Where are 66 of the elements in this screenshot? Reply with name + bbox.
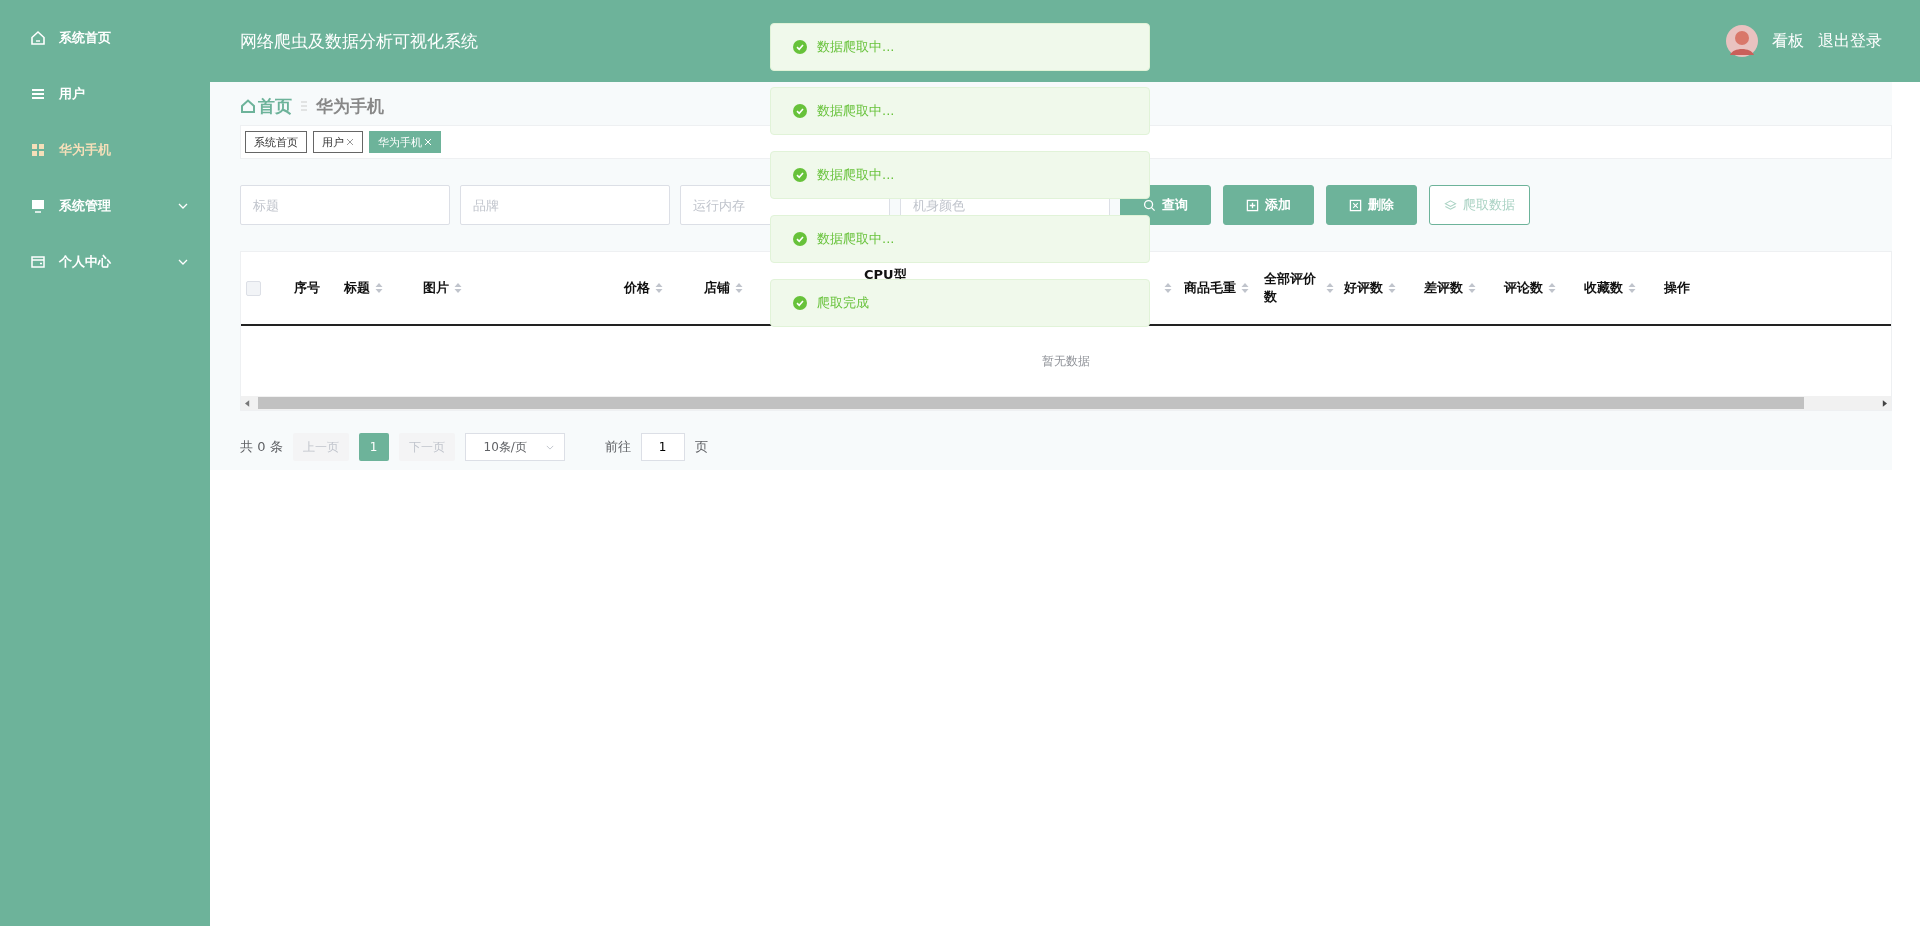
message-toast: 数据爬取中... [770, 151, 1150, 199]
chevron-down-icon [545, 444, 554, 450]
sort-icon[interactable] [1164, 282, 1172, 294]
search-icon [1143, 198, 1156, 212]
scroll-left-icon[interactable] [245, 399, 250, 407]
check-circle-icon [793, 168, 807, 182]
page-size-select[interactable]: 10条/页 [464, 433, 565, 461]
page-unit: 页 [694, 438, 708, 456]
column-header[interactable]: 评论数 [1504, 279, 1543, 297]
column-header[interactable]: 商品毛重 [1184, 279, 1236, 297]
total-count: 共 0 条 [240, 438, 283, 456]
column-header[interactable]: 图片 [423, 279, 449, 297]
sort-icon[interactable] [735, 282, 743, 294]
sort-icon[interactable] [454, 282, 462, 294]
plus-icon [1246, 198, 1259, 212]
avatar [1726, 25, 1758, 57]
column-header[interactable]: 价格 [624, 279, 650, 297]
scrollbar[interactable] [241, 396, 1891, 410]
check-circle-icon [793, 40, 807, 54]
home-icon [30, 30, 46, 46]
chevron-down-icon [178, 203, 188, 209]
column-header[interactable]: 差评数 [1424, 279, 1463, 297]
chevron-down-icon [178, 259, 188, 265]
message-toast: 数据爬取中... [770, 23, 1150, 71]
separator-icon [300, 100, 308, 112]
list-icon [30, 86, 46, 102]
app-title: 网络爬虫及数据分析可视化系统 [240, 29, 478, 53]
message-toast: 爬取完成 [770, 279, 1150, 327]
tab[interactable]: 用户 [313, 131, 363, 153]
layers-icon [1444, 198, 1457, 212]
checkbox[interactable] [246, 280, 261, 296]
sort-icon[interactable] [1468, 282, 1476, 294]
column-header[interactable]: 店铺 [704, 279, 730, 297]
check-circle-icon [793, 104, 807, 118]
monitor-icon [30, 198, 46, 214]
goto-label: 前往 [604, 438, 631, 456]
sort-icon[interactable] [1241, 282, 1249, 294]
search-field[interactable]: 品牌 [460, 185, 670, 225]
column-header[interactable]: 序号 [294, 279, 320, 297]
sort-icon[interactable] [1628, 282, 1636, 294]
column-header[interactable]: 标题 [344, 279, 370, 297]
search-field[interactable]: 标题 [240, 185, 450, 225]
wallet-icon [30, 254, 46, 270]
page-input[interactable]: 1 [640, 433, 685, 461]
column-header[interactable]: 操作 [1664, 279, 1690, 297]
scroll-right-icon[interactable] [1882, 399, 1887, 407]
sort-icon[interactable] [375, 282, 383, 294]
sort-icon[interactable] [1548, 282, 1556, 294]
message-toast: 数据爬取中... [770, 215, 1150, 263]
user-name: 看板 [1772, 30, 1804, 52]
column-header[interactable]: 好评数 [1344, 279, 1383, 297]
close-icon[interactable] [346, 138, 354, 146]
tab[interactable]: 系统首页 [245, 131, 307, 153]
delete-icon [1349, 198, 1362, 212]
check-circle-icon [793, 232, 807, 246]
message-toast: 数据爬取中... [770, 87, 1150, 135]
empty-message: 暂无数据 [1042, 352, 1090, 370]
sort-icon[interactable] [1326, 282, 1334, 294]
check-circle-icon [793, 296, 807, 310]
sort-icon[interactable] [655, 282, 663, 294]
column-header[interactable]: 全部评价数 [1264, 270, 1321, 306]
grid-icon [30, 142, 46, 158]
home-icon [240, 98, 256, 114]
column-header[interactable]: 收藏数 [1584, 279, 1623, 297]
breadcrumb-link[interactable]: 华为手机 [316, 94, 384, 118]
sort-icon[interactable] [1388, 282, 1396, 294]
